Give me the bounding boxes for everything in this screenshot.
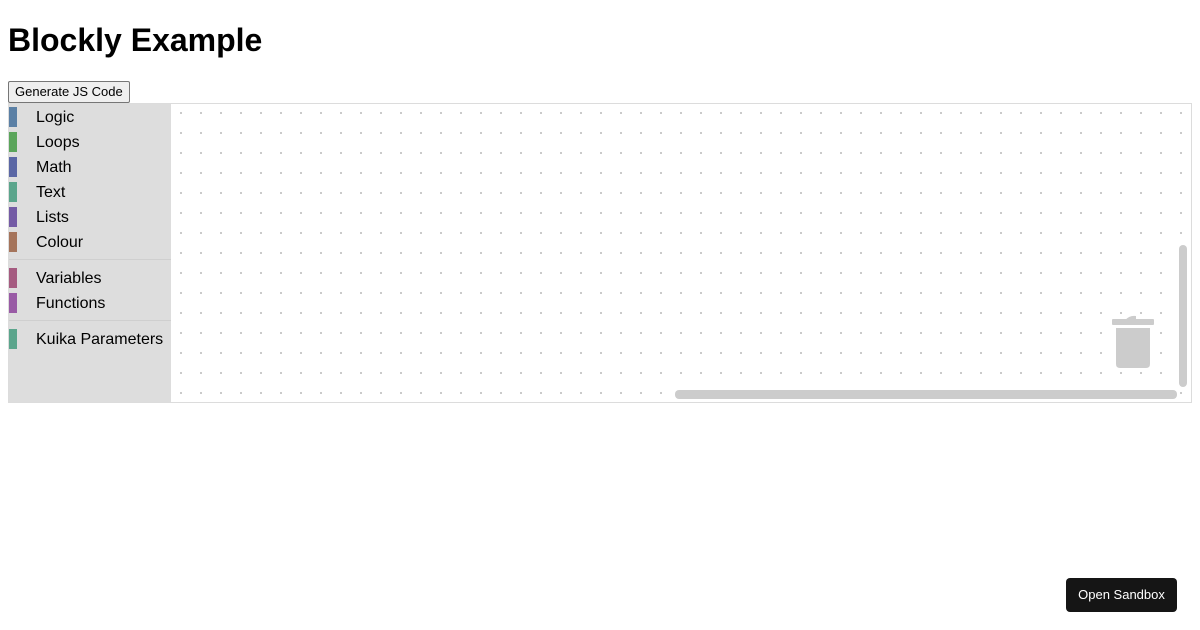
toolbox-category-label: Math (36, 159, 72, 176)
category-color-swatch (9, 132, 17, 152)
toolbox-category-functions[interactable]: Functions (9, 290, 171, 315)
toolbox-category-label: Lists (36, 209, 69, 226)
toolbox-category-label: Text (36, 184, 66, 201)
horizontal-scrollbar[interactable] (675, 390, 1177, 399)
toolbox-category-kuika-parameters[interactable]: Kuika Parameters (9, 326, 171, 351)
toolbox-separator (9, 315, 171, 326)
category-color-swatch (9, 268, 17, 288)
toolbox-category-label: Variables (36, 270, 102, 287)
category-color-swatch (9, 182, 17, 202)
category-color-swatch (9, 293, 17, 313)
toolbox-category-colour[interactable]: Colour (9, 229, 171, 254)
category-color-swatch (9, 207, 17, 227)
toolbox-category-label: Functions (36, 295, 106, 312)
toolbox-category-label: Logic (36, 109, 75, 126)
category-color-swatch (9, 157, 17, 177)
toolbox: Logic Loops Math Text Lists Colour Varia… (9, 104, 171, 402)
toolbox-category-loops[interactable]: Loops (9, 129, 171, 154)
category-color-swatch (9, 329, 17, 349)
toolbox-separator (9, 254, 171, 265)
toolbox-category-label: Kuika Parameters (36, 331, 164, 348)
toolbox-category-label: Loops (36, 134, 80, 151)
generate-js-code-button[interactable]: Generate JS Code (8, 81, 130, 103)
toolbox-category-lists[interactable]: Lists (9, 204, 171, 229)
toolbox-category-logic[interactable]: Logic (9, 104, 171, 129)
open-sandbox-button[interactable]: Open Sandbox (1066, 578, 1177, 612)
category-color-swatch (9, 232, 17, 252)
workspace-canvas[interactable] (171, 104, 1191, 402)
toolbox-category-text[interactable]: Text (9, 179, 171, 204)
toolbox-category-math[interactable]: Math (9, 154, 171, 179)
blockly-workspace: Logic Loops Math Text Lists Colour Varia… (8, 103, 1192, 403)
page-title: Blockly Example (8, 22, 263, 58)
toolbox-category-variables[interactable]: Variables (9, 265, 171, 290)
toolbox-category-label: Colour (36, 234, 84, 251)
category-color-swatch (9, 107, 17, 127)
vertical-scrollbar[interactable] (1179, 245, 1187, 387)
trash-can-icon[interactable] (1112, 312, 1154, 370)
